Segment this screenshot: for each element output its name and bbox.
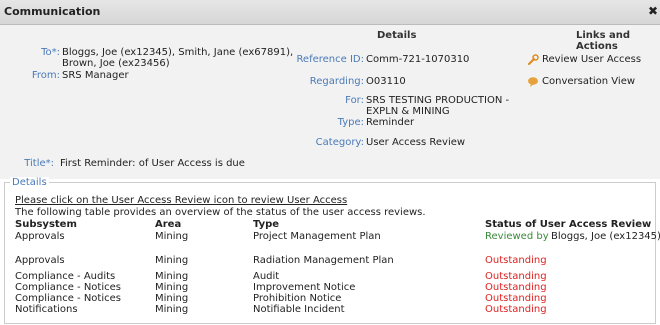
col-type: Type bbox=[253, 219, 280, 230]
table-row: Approvals Mining Radiation Management Pl… bbox=[15, 255, 655, 267]
row-subsystem: Compliance - Notices bbox=[15, 293, 121, 304]
details-legend: Details bbox=[10, 177, 49, 188]
table-row: Notifications Mining Notifiable Incident… bbox=[15, 304, 655, 316]
conversation-icon[interactable] bbox=[527, 76, 539, 88]
row-status: Outstanding bbox=[485, 293, 547, 304]
row-status: Outstanding bbox=[485, 282, 547, 293]
regarding-label: Regarding: bbox=[309, 76, 364, 87]
row-type: Notifiable Incident bbox=[253, 304, 345, 315]
overview-text: The following table provides an overview… bbox=[15, 207, 426, 218]
row-status: Outstanding bbox=[485, 271, 547, 282]
row-area: Mining bbox=[155, 282, 189, 293]
window-titlebar: Communication ✖ bbox=[0, 0, 660, 25]
row-area: Mining bbox=[155, 255, 189, 266]
row-subsystem: Approvals bbox=[15, 255, 65, 266]
row-subsystem: Compliance - Audits bbox=[15, 271, 116, 282]
details-heading: Details bbox=[377, 30, 417, 41]
links-heading: Links and Actions bbox=[576, 30, 631, 52]
row-status: Outstanding bbox=[485, 304, 547, 315]
from-value: SRS Manager bbox=[62, 70, 129, 81]
row-subsystem: Compliance - Notices bbox=[15, 282, 121, 293]
row-area: Mining bbox=[155, 293, 189, 304]
row-type: Improvement Notice bbox=[253, 282, 356, 293]
row-area: Mining bbox=[155, 304, 189, 315]
table-header: Subsystem Area Type Status of User Acces… bbox=[15, 219, 655, 231]
reference-value: Comm-721-1070310 bbox=[366, 54, 470, 65]
row-status: Outstanding bbox=[485, 255, 547, 266]
for-value-line1: SRS TESTING PRODUCTION - bbox=[366, 95, 510, 106]
category-label: Category: bbox=[315, 137, 364, 148]
category-value: User Access Review bbox=[366, 137, 466, 148]
row-status-prefix: Reviewed by bbox=[485, 231, 549, 242]
regarding-value: O03110 bbox=[366, 76, 406, 87]
title-label: Title*: bbox=[24, 158, 54, 169]
header-panel: To*: Bloggs, Joe (ex12345), Smith, Jane … bbox=[0, 25, 660, 179]
col-status: Status of User Access Review bbox=[485, 219, 652, 230]
row-type: Audit bbox=[253, 271, 280, 282]
row-type: Prohibition Notice bbox=[253, 293, 342, 304]
row-subsystem: Notifications bbox=[15, 304, 78, 315]
table-row: Approvals Mining Project Management Plan… bbox=[15, 231, 660, 243]
row-type: Radiation Management Plan bbox=[253, 255, 394, 266]
from-label: From: bbox=[31, 70, 60, 81]
col-area: Area bbox=[155, 219, 182, 230]
type-value: Reminder bbox=[366, 117, 415, 128]
row-subsystem: Approvals bbox=[15, 231, 65, 242]
conversation-view-link[interactable]: Conversation View bbox=[542, 76, 635, 87]
row-area: Mining bbox=[155, 271, 189, 282]
title-value[interactable]: First Reminder: of User Access is due bbox=[60, 158, 245, 169]
row-area: Mining bbox=[155, 231, 189, 242]
to-value-line1: Bloggs, Joe (ex12345), Smith, Jane (ex67… bbox=[62, 47, 294, 58]
row-type: Project Management Plan bbox=[253, 231, 381, 242]
row-status-reviewer: Bloggs, Joe (ex12345), bbox=[551, 231, 660, 242]
close-icon[interactable]: ✖ bbox=[648, 4, 658, 18]
reference-label: Reference ID: bbox=[296, 54, 364, 65]
window-title: Communication bbox=[4, 5, 101, 18]
to-label: To*: bbox=[41, 47, 60, 58]
wrench-icon[interactable] bbox=[527, 54, 539, 66]
for-label: For: bbox=[345, 95, 364, 106]
review-user-access-link[interactable]: Review User Access bbox=[542, 54, 641, 65]
col-subsystem: Subsystem bbox=[15, 219, 77, 230]
type-label: Type: bbox=[337, 117, 364, 128]
to-value-line2: Brown, Joe (ex23456) bbox=[62, 58, 170, 69]
instruction-link[interactable]: Please click on the User Access Review i… bbox=[15, 195, 347, 206]
for-value-line2: EXPLN & MINING bbox=[366, 106, 450, 117]
